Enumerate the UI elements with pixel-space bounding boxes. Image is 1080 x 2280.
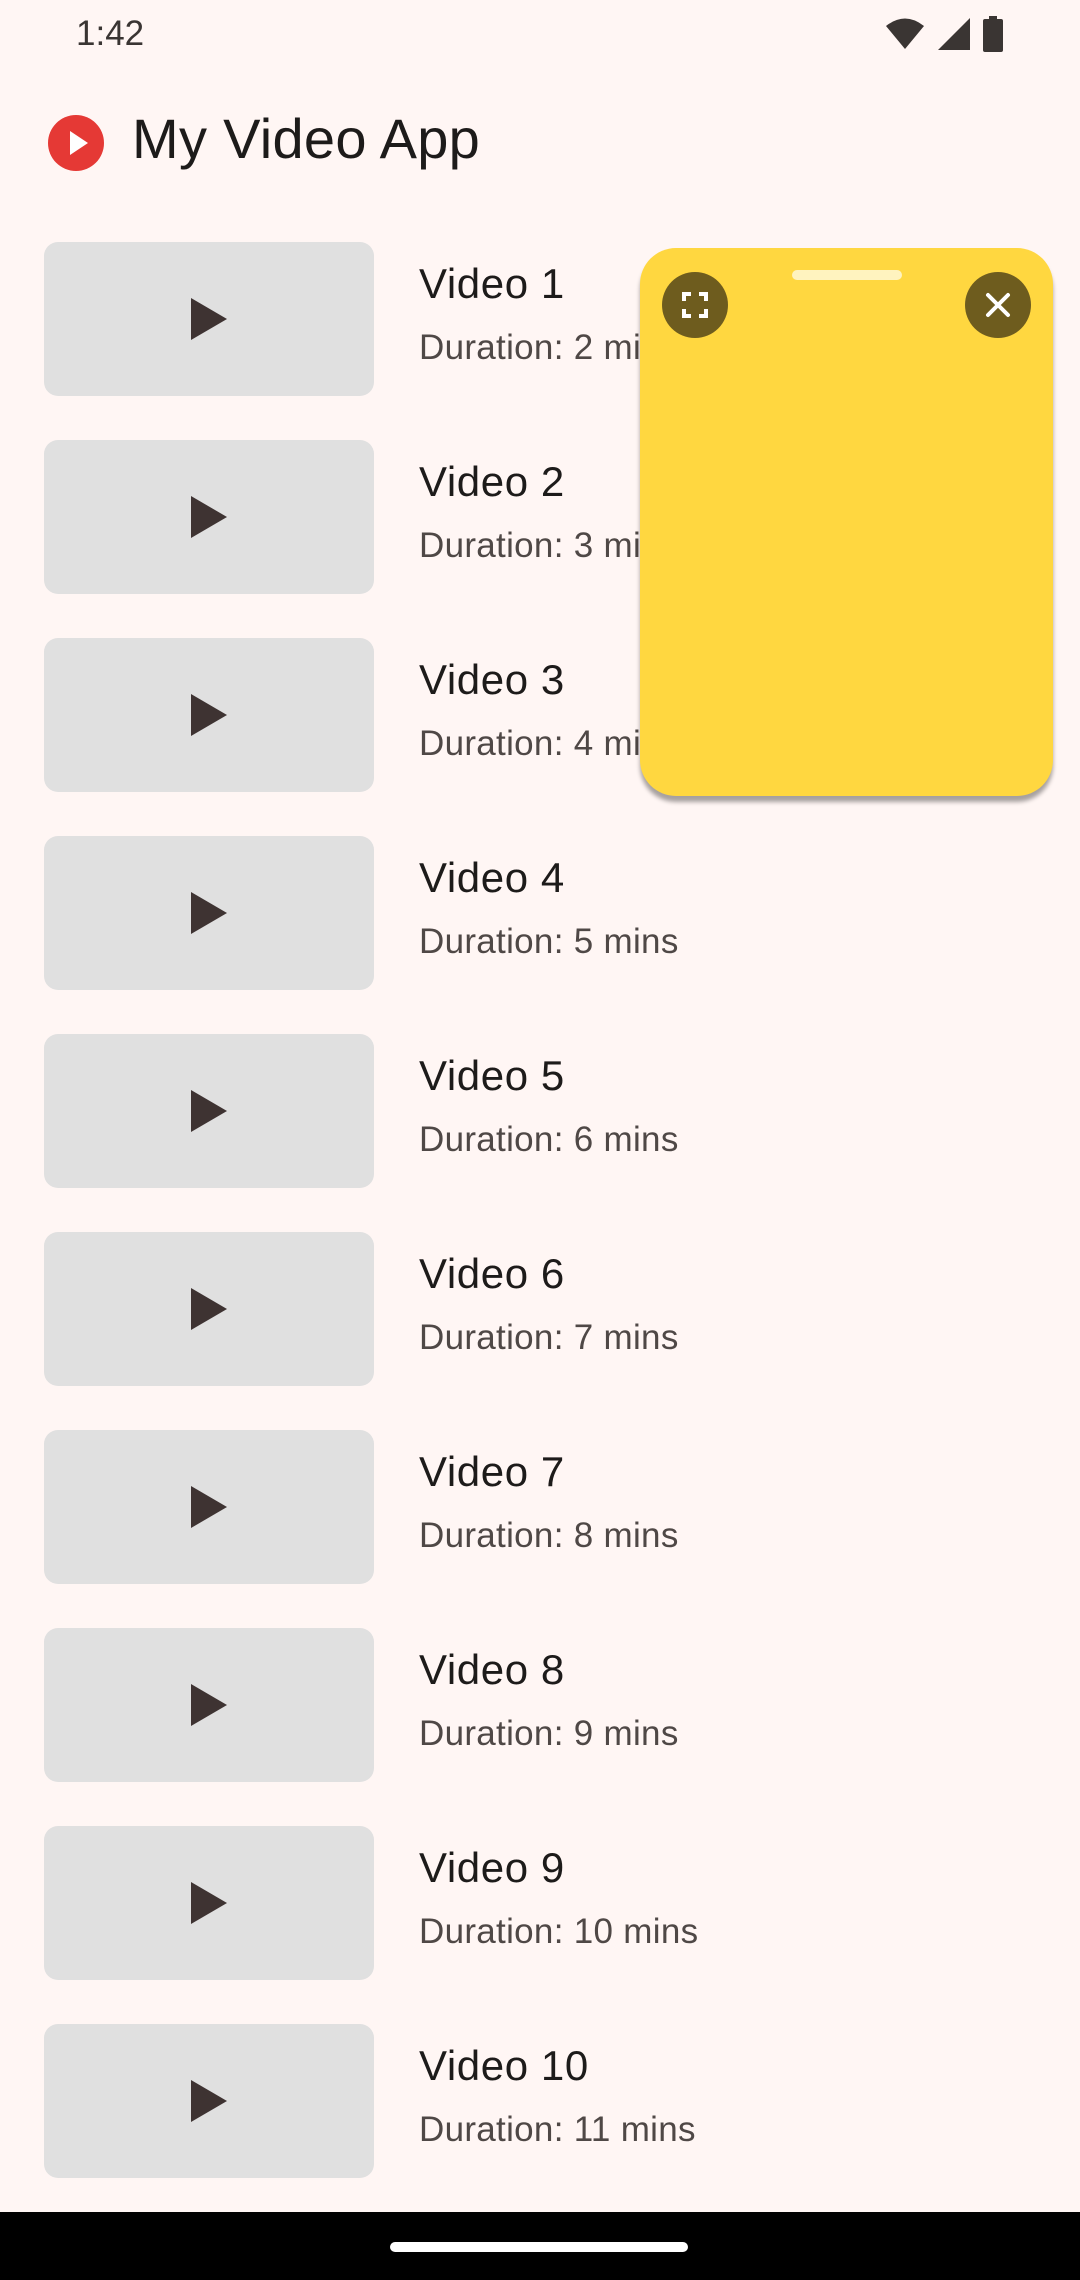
close-icon	[986, 293, 1010, 317]
status-bar: 1:42	[0, 0, 1080, 70]
video-duration: Duration: 9 mins	[419, 1714, 679, 1753]
video-title: Video 2	[419, 458, 565, 505]
play-icon	[191, 892, 227, 934]
pip-close-button[interactable]	[965, 272, 1031, 338]
wifi-icon	[886, 18, 924, 49]
video-title: Video 1	[419, 260, 565, 307]
video-thumbnail[interactable]	[44, 1628, 374, 1782]
video-title: Video 9	[419, 1844, 565, 1891]
video-list-item[interactable]: Video 10 Duration: 11 mins	[0, 2022, 1080, 2178]
play-icon	[191, 1882, 227, 1924]
video-thumbnail[interactable]	[44, 2024, 374, 2178]
status-icons	[884, 14, 1004, 54]
video-title: Video 8	[419, 1646, 565, 1693]
video-thumbnail[interactable]	[44, 836, 374, 990]
video-thumbnail[interactable]	[44, 242, 374, 396]
play-icon	[191, 1486, 227, 1528]
app-bar: My Video App	[0, 70, 1080, 210]
video-thumbnail[interactable]	[44, 440, 374, 594]
video-thumbnail[interactable]	[44, 1826, 374, 1980]
battery-icon	[983, 16, 1003, 52]
video-duration: Duration: 8 mins	[419, 1516, 679, 1555]
video-title: Video 6	[419, 1250, 565, 1297]
video-title: Video 4	[419, 854, 565, 901]
video-duration: Duration: 7 mins	[419, 1318, 679, 1357]
page-title: My Video App	[132, 107, 481, 170]
video-title: Video 10	[419, 2042, 589, 2089]
video-duration: Duration: 11 mins	[419, 2110, 696, 2149]
home-gesture-handle[interactable]	[390, 2242, 688, 2252]
play-icon	[191, 496, 227, 538]
play-icon	[191, 298, 227, 340]
play-icon	[191, 1684, 227, 1726]
pip-expand-button[interactable]	[662, 272, 728, 338]
play-icon	[191, 1288, 227, 1330]
pip-drag-handle[interactable]	[792, 270, 902, 280]
video-list-item[interactable]: Video 5 Duration: 6 mins	[0, 1032, 1080, 1188]
play-icon	[191, 694, 227, 736]
video-thumbnail[interactable]	[44, 1232, 374, 1386]
play-circle-icon	[48, 115, 104, 171]
fullscreen-icon	[682, 292, 708, 318]
status-time: 1:42	[76, 14, 145, 53]
video-thumbnail[interactable]	[44, 638, 374, 792]
navigation-bar	[0, 2212, 1080, 2280]
video-duration: Duration: 6 mins	[419, 1120, 679, 1159]
video-list-item[interactable]: Video 6 Duration: 7 mins	[0, 1230, 1080, 1386]
video-duration: Duration: 5 mins	[419, 922, 679, 961]
pip-player[interactable]	[640, 248, 1053, 796]
play-icon	[191, 2080, 227, 2122]
video-thumbnail[interactable]	[44, 1034, 374, 1188]
video-title: Video 5	[419, 1052, 565, 1099]
play-icon	[191, 1090, 227, 1132]
video-title: Video 3	[419, 656, 565, 703]
video-list-item[interactable]: Video 7 Duration: 8 mins	[0, 1428, 1080, 1584]
video-list-item[interactable]: Video 4 Duration: 5 mins	[0, 834, 1080, 990]
video-title: Video 7	[419, 1448, 565, 1495]
video-thumbnail[interactable]	[44, 1430, 374, 1584]
signal-icon	[938, 18, 970, 50]
video-duration: Duration: 10 mins	[419, 1912, 699, 1951]
video-list-item[interactable]: Video 9 Duration: 10 mins	[0, 1824, 1080, 1980]
video-list-item[interactable]: Video 8 Duration: 9 mins	[0, 1626, 1080, 1782]
